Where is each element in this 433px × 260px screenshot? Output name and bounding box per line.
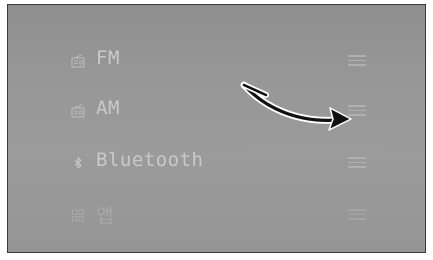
list-item-label: AM bbox=[96, 97, 120, 119]
bluetooth-icon bbox=[71, 156, 85, 170]
source-list-screen: FM AM Bluetooth 앱 bbox=[7, 4, 426, 253]
radio-icon bbox=[71, 54, 85, 68]
curved-arrow-icon bbox=[240, 81, 352, 131]
radio-icon bbox=[71, 104, 85, 118]
list-item-fm[interactable]: FM bbox=[8, 41, 425, 81]
drag-handle-icon[interactable] bbox=[348, 209, 366, 220]
list-item-label: FM bbox=[96, 47, 120, 69]
list-item-bluetooth[interactable]: Bluetooth bbox=[8, 143, 425, 183]
list-item-label: Bluetooth bbox=[96, 149, 204, 171]
list-item-am[interactable]: AM bbox=[8, 91, 425, 131]
list-item-label: 앱 bbox=[96, 205, 114, 227]
apps-grid-icon bbox=[71, 208, 85, 222]
list-item-apps[interactable]: 앱 bbox=[8, 195, 425, 235]
drag-handle-icon[interactable] bbox=[348, 157, 366, 168]
drag-handle-icon[interactable] bbox=[348, 55, 366, 66]
screenshot-frame: FM AM Bluetooth 앱 bbox=[0, 0, 433, 260]
